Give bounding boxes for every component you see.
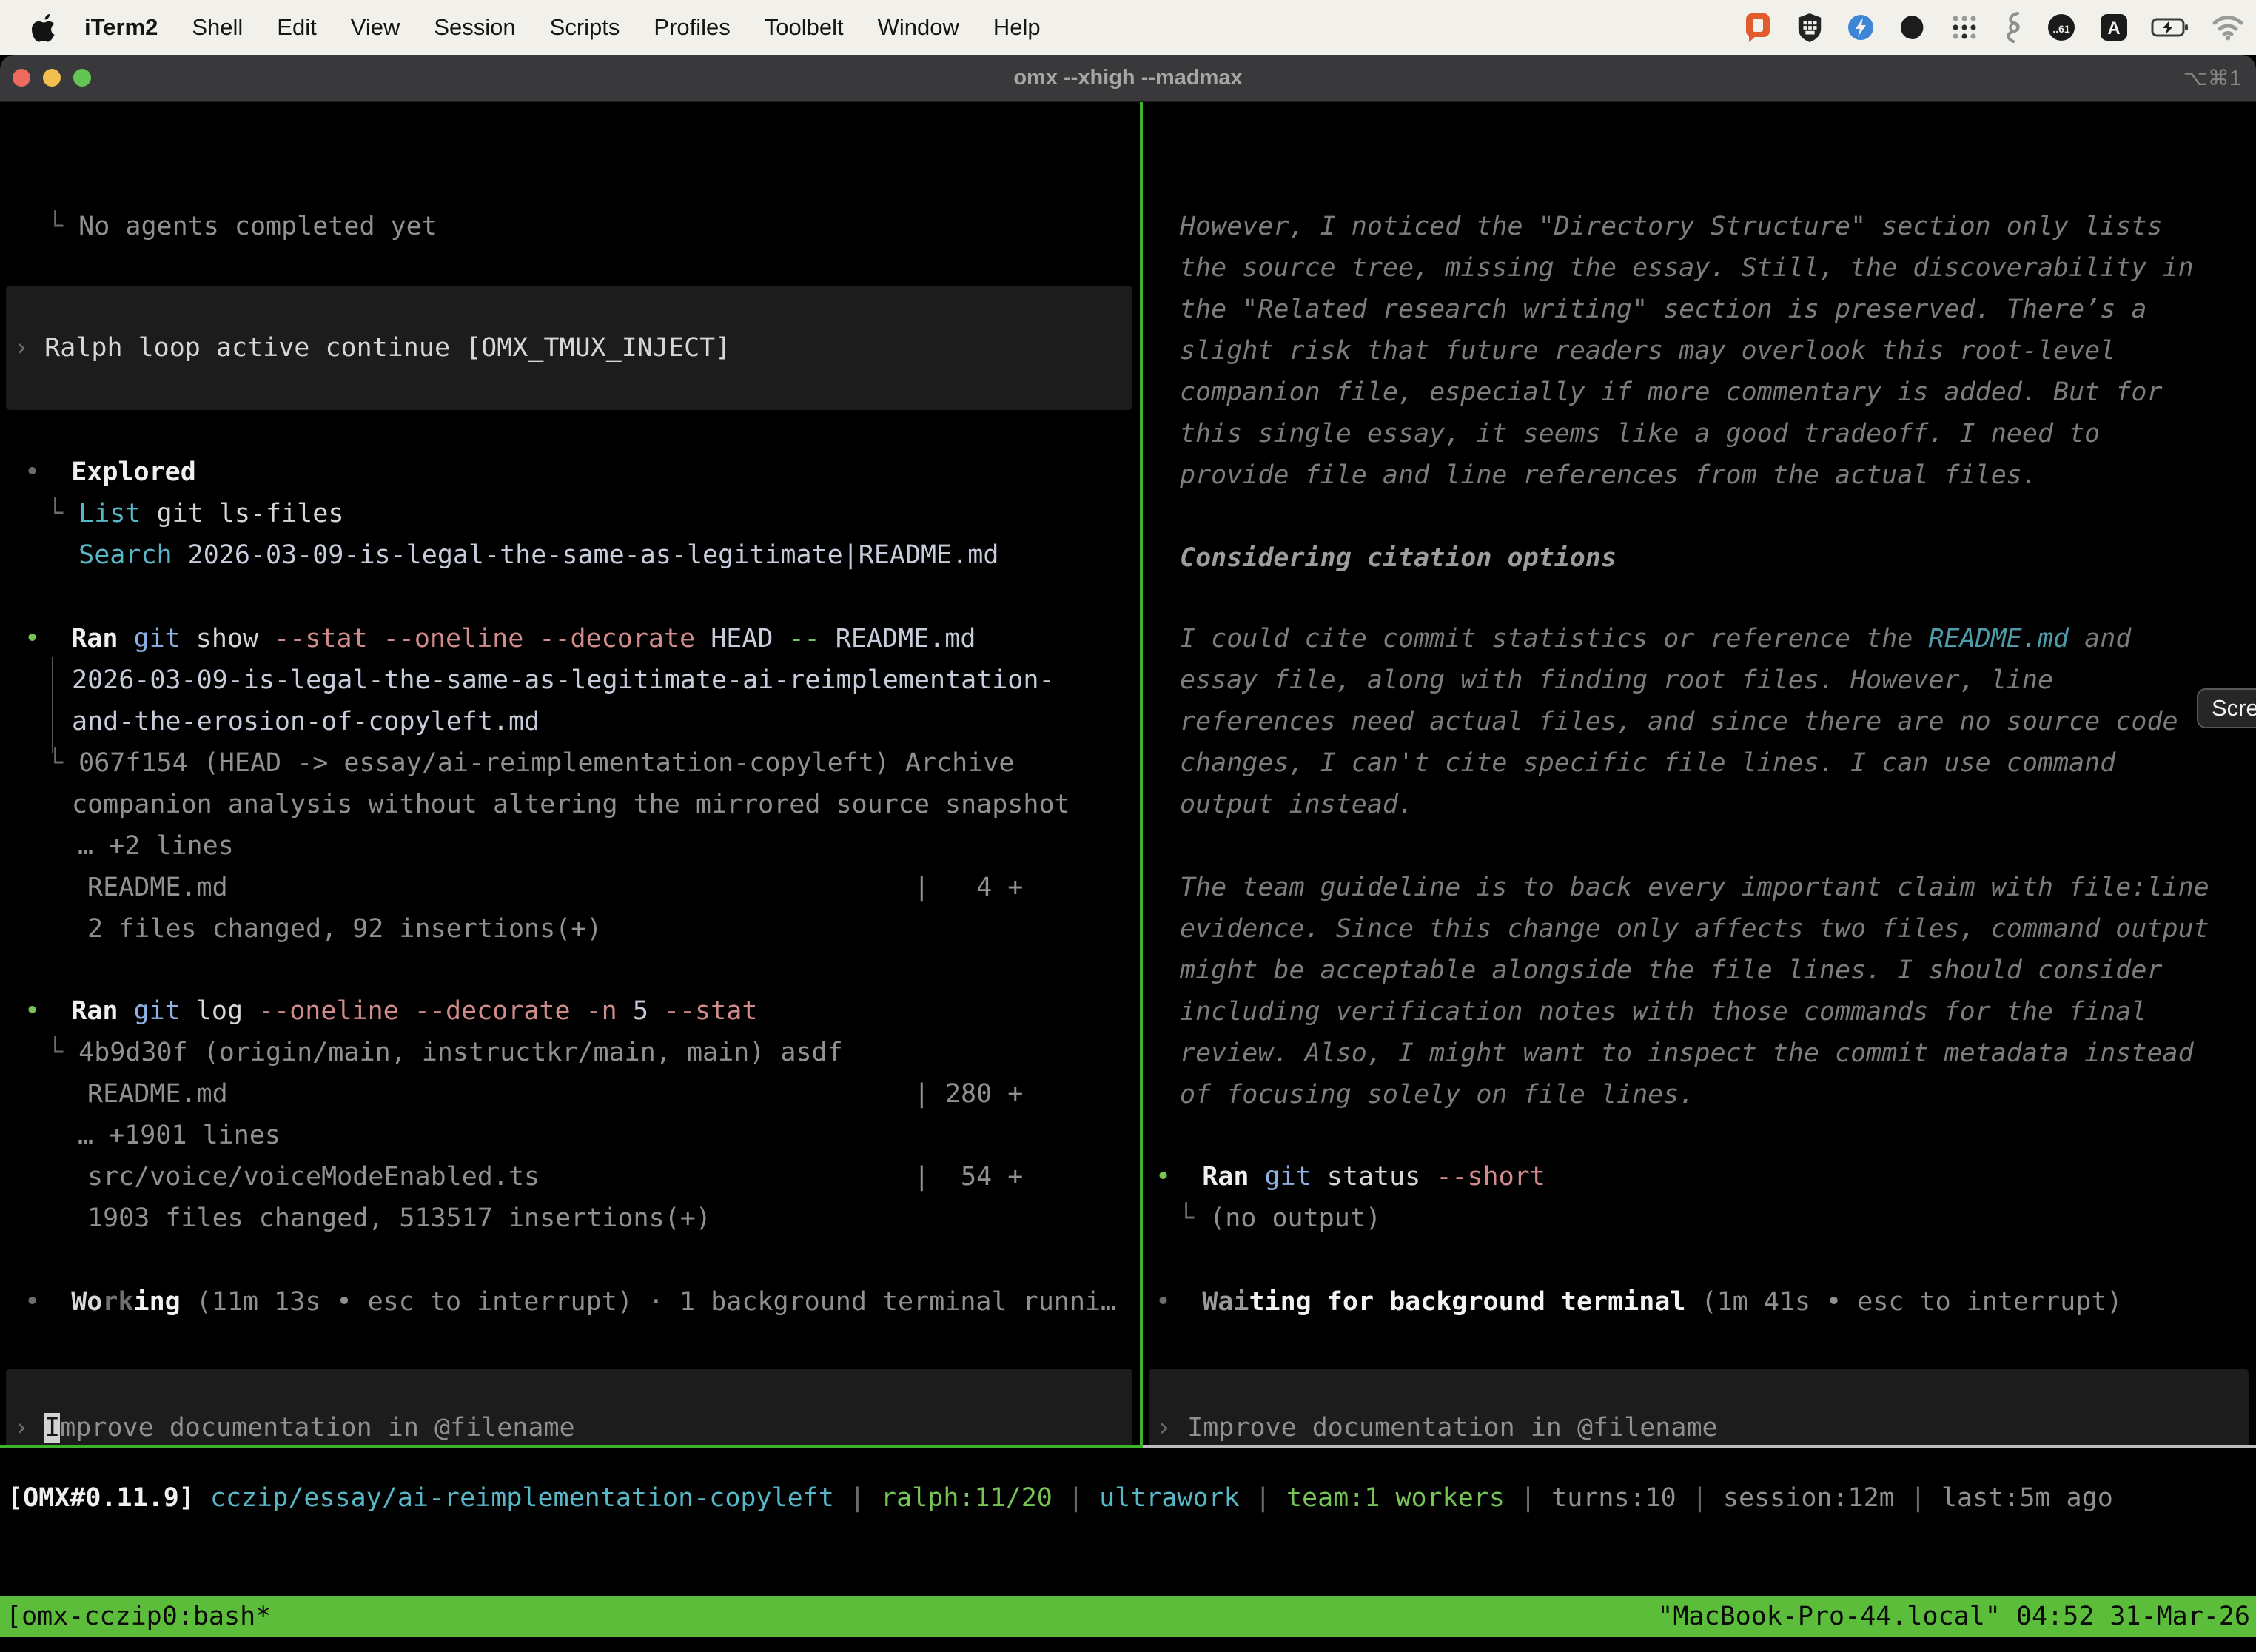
tree-connector-line [52,657,53,753]
terminal-line: this single essay, it seems like a good … [1180,413,2100,454]
tmux-pane-right[interactable]: › Improve documentation in @filename How… [1143,102,2256,1445]
svg-text:..61: ..61 [2052,23,2070,35]
shield-keyboard-icon[interactable] [1796,12,1824,43]
terminal-line: • Waiting for background terminal (1m 41… [1155,1281,2122,1323]
close-button[interactable] [13,69,30,87]
zoom-button[interactable] [73,69,91,87]
prompt-input-right[interactable]: › Improve documentation in @filename [1149,1369,2249,1445]
window-title: omx --xhigh --madmax [0,66,2256,90]
tmux-session-label: [omx-cczip0:bash* [6,1596,271,1637]
terminal-line: including verification notes with those … [1180,991,2146,1032]
menu-item-iterm2[interactable]: iTerm2 [84,14,158,41]
terminal-line: 2026-03-09-is-legal-the-same-as-legitima… [72,659,1055,701]
macos-menu-bar: iTerm2 Shell Edit View Session Scripts Profile… [0,0,2256,55]
wifi-icon[interactable] [2212,14,2244,41]
menu-item-shell[interactable]: Shell [192,14,243,41]
svg-text:A: A [2107,19,2120,38]
tmux-host-clock: "MacBook-Pro-44.local" 04:52 31-Mar-26 [1657,1596,2250,1637]
terminal-line: … +1901 lines [78,1115,281,1156]
dots-grid-icon[interactable] [1950,13,1979,42]
menu-item-help[interactable]: Help [993,14,1041,41]
omx-status-line: [OMX#0.11.9] cczip/essay/ai-reimplementa… [7,1477,2113,1519]
apple-logo [31,13,56,42]
moon-icon[interactable] [1898,13,1927,42]
terminal-line: 2 files changed, 92 insertions(+) [87,908,602,950]
terminal-line: output instead. [1180,784,1414,825]
terminal-line: … +2 lines [78,825,234,867]
terminal-line: src/voice/voiceModeEnabled.ts | 54 + [87,1156,1023,1198]
terminal-line: references need actual files, and since … [1180,701,2178,742]
user-message-box: › Ralph loop active continue [OMX_TMUX_I… [6,286,1132,410]
terminal-line: Search 2026-03-09-is-legal-the-same-as-l… [47,534,998,576]
terminal-line: • Explored [24,451,196,493]
battery-icon[interactable] [2151,17,2189,38]
screen-share-label: Scre [2212,695,2256,722]
terminal-line: └ 067f154 (HEAD -> essay/ai-reimplementa… [47,742,1014,784]
terminal-line: the "Related research writing" section i… [1180,289,2146,330]
terminal-line: • Ran git log --oneline --decorate -n 5 … [24,990,757,1032]
terminal-line: companion analysis without altering the … [72,784,1070,825]
terminal-line: The team guideline is to back every impo… [1180,867,2209,908]
desktop: { "menubar": { "apple_icon": "apple-logo… [0,0,2256,1652]
menu-items: iTerm2 Shell Edit View Session Scripts Profile… [84,14,1041,41]
terminal-line: However, I noticed the "Directory Struct… [1180,206,2163,247]
window-shortcut-badge: ⌥⌘1 [2183,65,2241,91]
terminal-line: provide file and line references from th… [1180,454,2038,496]
squiggle-icon[interactable] [2001,11,2024,44]
terminal-line: changes, I can't cite specific file line… [1180,742,2115,784]
terminal-line: of focusing solely on file lines. [1180,1074,1694,1115]
menu-item-toolbelt[interactable]: Toolbelt [765,14,844,41]
chat-icon[interactable] [1744,12,1773,43]
terminal-line: README.md | 4 + [87,867,1023,908]
menu-item-scripts[interactable]: Scripts [550,14,620,41]
traffic-lights [13,69,91,87]
terminal-line: I could cite commit statistics or refere… [1180,618,2131,659]
window-titlebar[interactable]: omx --xhigh --madmax ⌥⌘1 [0,55,2256,102]
terminal-line: 1903 files changed, 513517 insertions(+) [87,1198,711,1239]
menu-status-icons: ..61 A [1744,11,2244,44]
tmux-pane-left[interactable]: › Ralph loop active continue [OMX_TMUX_I… [0,102,1140,1445]
prompt-input-left[interactable]: › Improve documentation in @filename [6,1369,1132,1445]
terminal-line: slight risk that future readers may over… [1180,330,2115,372]
terminal-line: └ List git ls-files [47,493,343,534]
terminal-line: └ No agents completed yet [47,206,437,247]
pane-border-bottom-left [0,1445,1143,1448]
menu-item-session[interactable]: Session [434,14,515,41]
terminal-line: the source tree, missing the essay. Stil… [1180,247,2194,289]
terminal-line: essay file, along with finding root file… [1180,659,2053,701]
pane-border-bottom-right [1143,1445,2256,1448]
menu-item-window[interactable]: Window [878,14,959,41]
terminal-line: • Ran git status --short [1155,1156,1545,1198]
terminal-line: evidence. Since this change only affects… [1180,908,2209,950]
apple-menu-icon[interactable] [31,13,56,42]
terminal-line: └ (no output) [1178,1198,1381,1239]
blue-badge-icon[interactable] [1846,13,1876,42]
tmux-status-bar: [omx-cczip0:bash* "MacBook-Pro-44.local"… [0,1596,2256,1637]
terminal-line: might be acceptable alongside the file l… [1180,950,2163,991]
terminal-line: • Working (11m 13s • esc to interrupt) ·… [24,1281,1116,1323]
screen-share-pill[interactable]: Scre [2197,688,2256,728]
menu-item-edit[interactable]: Edit [277,14,316,41]
menu-item-profiles[interactable]: Profiles [654,14,730,41]
terminal-line: and-the-erosion-of-copyleft.md [72,701,540,742]
terminal-line: companion file, especially if more comme… [1180,372,2163,413]
a-key-icon[interactable]: A [2099,13,2129,42]
terminal-line: Considering citation options [1180,537,1617,579]
minimize-button[interactable] [43,69,61,87]
iterm2-window: omx --xhigh --madmax ⌥⌘1 › Ralph loop ac… [0,55,2256,1652]
battery-percent-badge[interactable]: ..61 [2046,12,2077,43]
menu-item-view[interactable]: View [351,14,400,41]
terminal-line: └ 4b9d30f (origin/main, instructkr/main,… [47,1032,843,1073]
terminal-line: • Ran git show --stat --oneline --decora… [24,618,976,659]
terminal-area: › Ralph loop active continue [OMX_TMUX_I… [0,102,2256,1652]
terminal-line: review. Also, I might want to inspect th… [1180,1032,2194,1074]
terminal-line: README.md | 280 + [87,1073,1023,1115]
